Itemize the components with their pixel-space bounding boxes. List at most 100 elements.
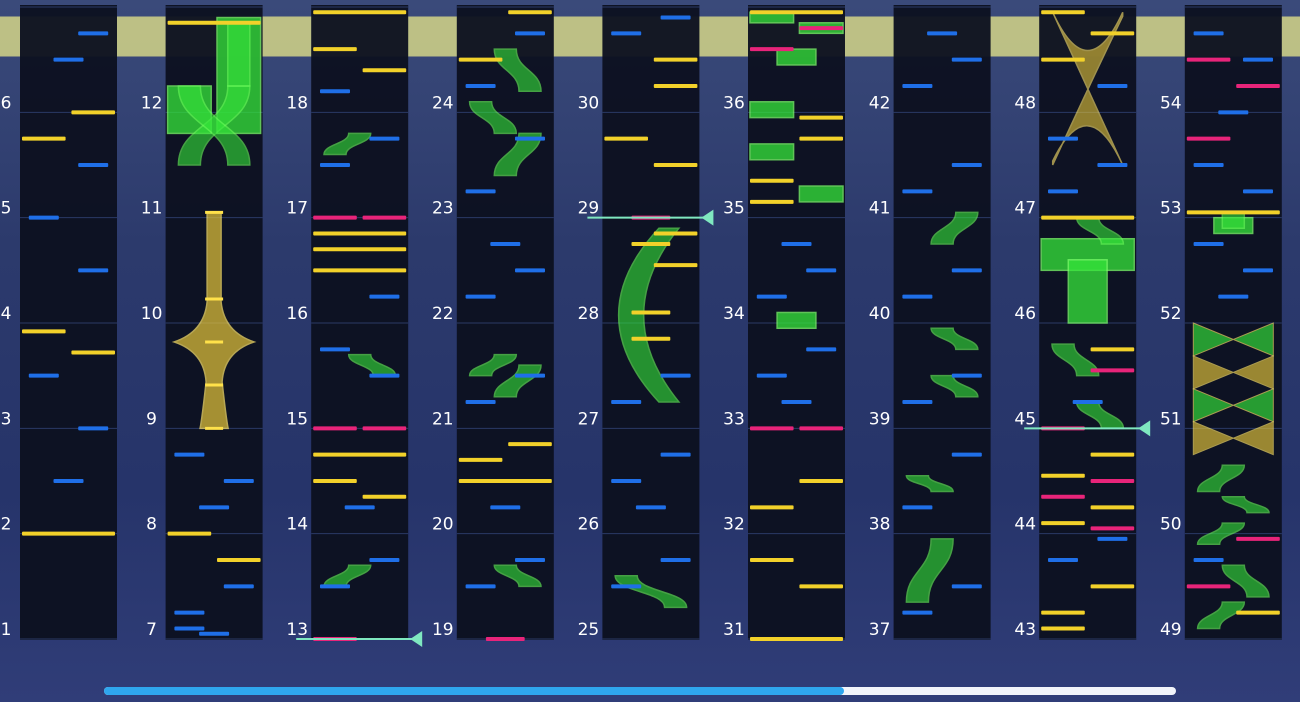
beat-label: 33 xyxy=(723,409,745,429)
tap-note xyxy=(951,452,982,457)
flick-note xyxy=(313,479,357,483)
tap-note xyxy=(1193,242,1224,246)
flick-note xyxy=(1090,452,1135,457)
flick-note xyxy=(1236,610,1280,615)
drag-note xyxy=(1186,57,1231,62)
flick-note xyxy=(458,457,503,462)
beat-label: 3 xyxy=(1,409,12,429)
slide-block xyxy=(798,185,844,203)
beat-label: 39 xyxy=(869,409,891,429)
tap-note xyxy=(490,505,521,510)
beat-label: 12 xyxy=(141,93,163,113)
tap-note xyxy=(1193,31,1224,36)
flick-note xyxy=(71,350,115,355)
beat-label: 22 xyxy=(432,304,454,324)
tap-note xyxy=(951,268,982,273)
flick-note xyxy=(217,558,261,562)
drag-note xyxy=(1236,536,1280,541)
beat-label: 47 xyxy=(1014,199,1036,219)
beat-label: 25 xyxy=(578,620,600,640)
beat-label: 4 xyxy=(1,304,12,324)
beat-label: 31 xyxy=(723,620,745,640)
flick-note xyxy=(1186,210,1280,215)
tap-note xyxy=(369,558,400,562)
tap-note xyxy=(806,347,837,352)
flick-note xyxy=(653,57,698,62)
tap-note xyxy=(174,610,205,615)
tap-note xyxy=(756,294,787,299)
tap-note xyxy=(319,89,350,94)
flick-note xyxy=(750,10,843,15)
beat-label: 21 xyxy=(432,409,454,429)
flick-note xyxy=(604,136,648,141)
tap-note xyxy=(369,373,400,378)
tap-note xyxy=(490,242,521,246)
beat-label: 27 xyxy=(578,409,600,429)
tap-note xyxy=(1097,536,1128,541)
tap-note xyxy=(611,400,642,404)
flick-note xyxy=(750,505,794,510)
tap-note xyxy=(1097,84,1128,88)
tap-note xyxy=(1047,136,1078,141)
tap-note xyxy=(28,373,59,378)
tap-note xyxy=(53,479,84,483)
beat-label: 1 xyxy=(1,620,12,640)
beat-label: 49 xyxy=(1160,620,1182,640)
flick-note xyxy=(458,57,503,62)
drag-note xyxy=(485,637,525,641)
tap-note xyxy=(465,400,496,404)
flick-note xyxy=(313,47,357,52)
playhead-arrow xyxy=(1138,420,1151,437)
drag-note xyxy=(799,26,843,31)
beat-label: 37 xyxy=(869,620,891,640)
flick-note xyxy=(1041,57,1085,62)
drag-note xyxy=(313,426,357,431)
beat-label: 14 xyxy=(286,515,308,535)
drag-note xyxy=(750,426,794,431)
scroll-progress-bar[interactable] xyxy=(104,687,1176,695)
beat-label: 28 xyxy=(578,304,600,324)
drag-note xyxy=(1236,84,1280,88)
tap-note xyxy=(199,631,230,636)
flick-note xyxy=(167,531,212,536)
flick-note xyxy=(313,10,407,15)
tap-note xyxy=(515,136,546,141)
flick-note xyxy=(458,479,552,483)
tap-note xyxy=(465,584,496,589)
tap-note xyxy=(951,57,982,62)
tap-note xyxy=(756,373,787,378)
flick-note xyxy=(508,10,552,15)
flick-note xyxy=(1090,505,1135,510)
drag-note xyxy=(1090,368,1135,373)
tap-note xyxy=(223,584,254,589)
tap-note xyxy=(174,452,205,457)
flick-note xyxy=(508,442,552,447)
tap-note xyxy=(951,163,982,167)
flick-note xyxy=(750,637,843,641)
flick-note xyxy=(167,20,261,25)
flick-note xyxy=(71,110,115,115)
flick-note xyxy=(750,178,794,183)
flick-note xyxy=(653,231,698,236)
playhead-arrow xyxy=(410,631,423,647)
tap-note xyxy=(951,373,982,378)
flick-note xyxy=(1041,610,1085,615)
flick-note xyxy=(22,329,66,334)
flick-note xyxy=(653,84,698,88)
beat-label: 17 xyxy=(286,199,308,219)
beat-label: 50 xyxy=(1160,515,1182,535)
tap-note xyxy=(515,31,546,36)
drag-note xyxy=(1090,526,1135,531)
flick-note xyxy=(313,452,407,457)
flick-note xyxy=(653,263,698,268)
drag-note xyxy=(750,47,794,52)
beat-label: 44 xyxy=(1014,515,1036,535)
drag-note xyxy=(799,426,843,431)
beat-label: 7 xyxy=(146,620,157,640)
beat-label: 5 xyxy=(1,199,12,219)
slide-block xyxy=(776,48,817,66)
chart-preview-canvas[interactable]: 1234567891011121314151617181920212223242… xyxy=(0,0,1300,702)
tap-note xyxy=(78,268,109,273)
tap-note xyxy=(660,15,691,20)
tap-note xyxy=(28,215,59,220)
